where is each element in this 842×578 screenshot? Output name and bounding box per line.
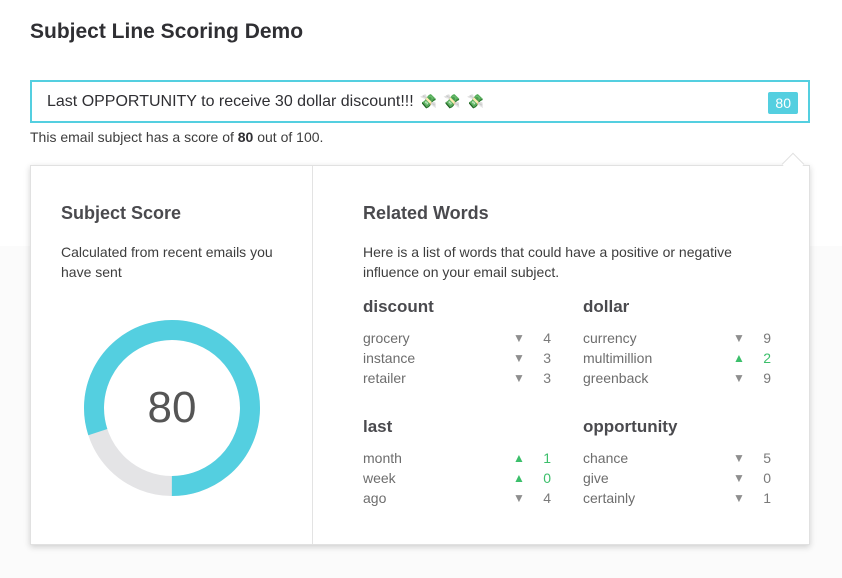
related-word-score: 1 <box>763 490 771 506</box>
related-word: retailer <box>363 370 406 386</box>
related-word-row: give ▼ 0 <box>583 468 773 488</box>
word-group-dollar: dollar currency ▼ 9 multimillion ▲ 2 greenback ▼… <box>583 297 773 388</box>
related-word-score: 0 <box>763 470 771 486</box>
arrow-down-icon: ▼ <box>513 351 525 365</box>
score-details-panel: Subject Score Calculated from recent ema… <box>30 165 810 545</box>
arrow-down-icon: ▼ <box>733 371 745 385</box>
related-word-row: week ▲ 0 <box>363 468 553 488</box>
arrow-down-icon: ▼ <box>733 331 745 345</box>
related-word-score: 2 <box>763 350 771 366</box>
related-word-row: greenback ▼ 9 <box>583 368 773 388</box>
related-word: multimillion <box>583 350 653 366</box>
score-summary-value: 80 <box>237 129 254 145</box>
related-word: currency <box>583 330 637 346</box>
score-badge: 80 <box>768 92 798 114</box>
related-word: ago <box>363 490 387 506</box>
arrow-up-icon: ▲ <box>733 351 745 365</box>
page-title: Subject Line Scoring Demo <box>30 20 304 43</box>
word-group-title: dollar <box>583 297 630 316</box>
score-summary-suffix: out of 100. <box>257 129 324 145</box>
related-word-score: 4 <box>543 490 551 506</box>
related-word-row: month ▲ 1 <box>363 448 553 468</box>
subject-score-section: Subject Score Calculated from recent ema… <box>31 166 313 544</box>
related-word-row: currency ▼ 9 <box>583 328 773 348</box>
related-word-row: certainly ▼ 1 <box>583 488 773 508</box>
related-word-row: ago ▼ 4 <box>363 488 553 508</box>
subject-text[interactable]: Last OPPORTUNITY to receive 30 dollar di… <box>47 93 414 111</box>
arrow-down-icon: ▼ <box>513 491 525 505</box>
related-word-score: 5 <box>763 450 771 466</box>
related-word-score: 3 <box>543 350 551 366</box>
related-word-row: retailer ▼ 3 <box>363 368 553 388</box>
related-words-heading: Related Words <box>363 203 489 223</box>
related-word-row: chance ▼ 5 <box>583 448 773 468</box>
related-word-row: multimillion ▲ 2 <box>583 348 773 368</box>
related-word-score: 0 <box>543 470 551 486</box>
related-word: certainly <box>583 490 636 506</box>
word-group-discount: discount grocery ▼ 4 instance ▼ 3 retailer ▼ 3 <box>363 297 553 388</box>
subject-score-description: Calculated from recent emails you have s… <box>61 244 273 280</box>
related-word-score: 9 <box>763 370 771 386</box>
money-with-wings-icon: 💸 <box>443 93 461 109</box>
related-word-score: 1 <box>543 450 551 466</box>
related-word-score: 4 <box>543 330 551 346</box>
word-group-title: opportunity <box>583 417 678 436</box>
related-word: month <box>363 450 402 466</box>
word-group-title: last <box>363 417 393 436</box>
related-word-score: 9 <box>763 330 771 346</box>
word-group-title: discount <box>363 297 434 316</box>
gauge-score-value: 80 <box>147 383 197 432</box>
arrow-down-icon: ▼ <box>733 451 745 465</box>
arrow-down-icon: ▼ <box>733 471 745 485</box>
score-summary: This email subject has a score of 80 out… <box>30 129 323 145</box>
related-words-description: Here is a list of words that could have … <box>363 244 732 280</box>
score-gauge: 80 <box>82 318 262 498</box>
money-with-wings-icon: 💸 <box>419 93 438 109</box>
subject-score-heading: Subject Score <box>61 203 182 223</box>
word-group-last: last month ▲ 1 week ▲ 0 ago ▼ 4 <box>363 417 553 508</box>
related-word-row: instance ▼ 3 <box>363 348 553 368</box>
related-word: week <box>363 470 396 486</box>
money-with-wings-icon: 💸 <box>466 93 484 109</box>
word-group-opportunity: opportunity chance ▼ 5 give ▼ 0 certainly ▼ 1 <box>583 417 773 508</box>
arrow-down-icon: ▼ <box>733 491 745 505</box>
related-word: instance <box>363 350 416 366</box>
arrow-up-icon: ▲ <box>513 451 525 465</box>
score-summary-prefix: This email subject has a score of <box>30 129 234 145</box>
arrow-down-icon: ▼ <box>513 371 525 385</box>
related-word-row: grocery ▼ 4 <box>363 328 553 348</box>
arrow-down-icon: ▼ <box>513 331 525 345</box>
related-word-score: 3 <box>543 370 551 386</box>
subject-line-input[interactable]: Last OPPORTUNITY to receive 30 dollar di… <box>30 80 810 123</box>
arrow-up-icon: ▲ <box>513 471 525 485</box>
related-word: grocery <box>363 330 410 346</box>
related-word: give <box>583 470 609 486</box>
related-word: greenback <box>583 370 649 386</box>
related-word: chance <box>583 450 629 466</box>
